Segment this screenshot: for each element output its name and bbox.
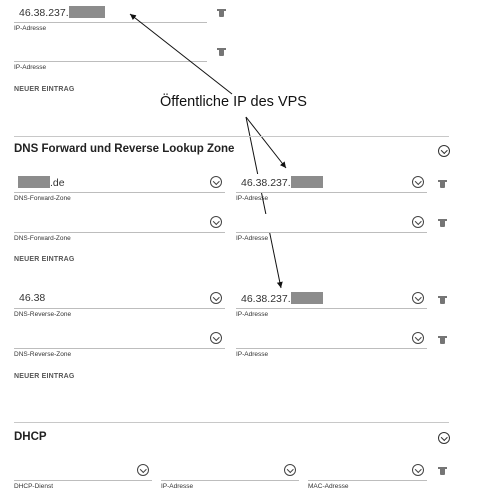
chevron-down-icon[interactable] (284, 464, 296, 476)
redacted-block (290, 176, 323, 188)
annotation-arrows (129, 13, 287, 289)
dhcp-service-label: DHCP-Dienst (14, 483, 54, 490)
mac-address-label: MAC-Adresse (308, 483, 349, 490)
chevron-down-icon[interactable] (412, 464, 424, 476)
ip-address-label: IP-Adresse (161, 483, 194, 490)
ip-value: 46.38.237. (241, 176, 323, 189)
arrow-to-reverse-ip (245, 116, 283, 289)
ip-value: 46.38.237. (241, 292, 323, 305)
section-divider (14, 422, 449, 423)
chevron-down-icon[interactable] (412, 176, 424, 188)
dns-reverse-zone-label: DNS-Reverse-Zone (14, 311, 72, 318)
dns-forward-ip-select[interactable] (236, 214, 427, 233)
chevron-down-icon[interactable] (210, 292, 222, 304)
trash-icon[interactable] (438, 336, 447, 344)
dhcp-section-title: DHCP (14, 431, 47, 443)
chevron-down-icon[interactable] (137, 464, 149, 476)
dns-reverse-ip-select[interactable] (236, 330, 427, 349)
ip-address-label: IP-Adresse (236, 235, 269, 242)
chevron-down-icon[interactable] (210, 176, 222, 188)
collapse-chevron-icon[interactable] (438, 432, 450, 444)
new-entry-button[interactable]: NEUER EINTRAG (14, 256, 75, 263)
dns-section-title: DNS Forward und Reverse Lookup Zone (14, 143, 235, 155)
chevron-down-icon[interactable] (412, 292, 424, 304)
new-entry-button[interactable]: NEUER EINTRAG (14, 373, 75, 380)
dns-reverse-zone-label: DNS-Reverse-Zone (14, 351, 72, 358)
ip-address-label: IP-Adresse (236, 351, 269, 358)
dns-forward-zone-label: DNS-Forward-Zone (14, 195, 71, 202)
dns-forward-ip-select[interactable]: 46.38.237. (236, 174, 427, 193)
chevron-down-icon[interactable] (412, 216, 424, 228)
dns-reverse-zone-select[interactable] (14, 330, 225, 349)
chevron-down-icon[interactable] (210, 216, 222, 228)
dns-forward-zone-label: DNS-Forward-Zone (14, 235, 71, 242)
ip-address-label: IP-Adresse (236, 311, 269, 318)
arrow-to-top-ip (129, 13, 233, 95)
trash-icon[interactable] (438, 296, 447, 304)
dns-reverse-zone-select[interactable]: 46.38 (14, 290, 225, 309)
chevron-down-icon[interactable] (210, 332, 222, 344)
trash-icon[interactable] (438, 467, 447, 475)
dhcp-service-select[interactable] (14, 462, 152, 481)
ip-address-label: IP-Adresse (236, 195, 269, 202)
trash-icon[interactable] (438, 219, 447, 227)
redacted-block (18, 176, 50, 188)
trash-icon[interactable] (438, 180, 447, 188)
arrow-to-forward-ip (245, 116, 287, 169)
dhcp-mac-select[interactable] (308, 462, 427, 481)
dhcp-ip-select[interactable] (161, 462, 299, 481)
redacted-block (290, 292, 323, 304)
collapse-chevron-icon[interactable] (438, 145, 450, 157)
zone-value: .de (18, 176, 65, 189)
dns-forward-zone-select[interactable]: .de (14, 174, 225, 193)
dns-reverse-ip-select[interactable]: 46.38.237. (236, 290, 427, 309)
section-divider (14, 136, 449, 137)
dns-forward-zone-select[interactable] (14, 214, 225, 233)
chevron-down-icon[interactable] (412, 332, 424, 344)
